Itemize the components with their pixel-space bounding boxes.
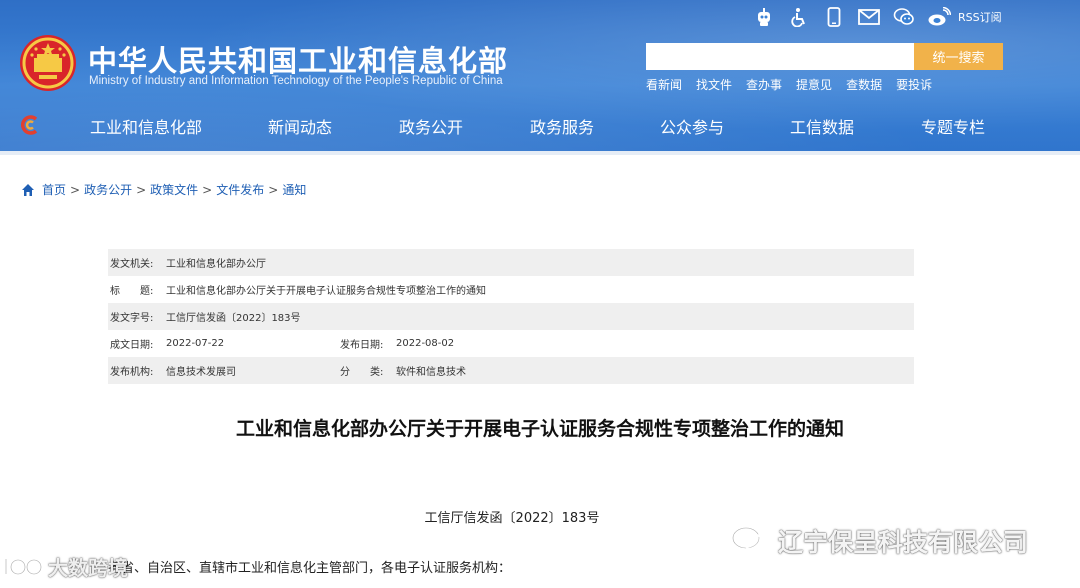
watermark-logo-icon [4, 558, 43, 575]
meta-label: 标 题: [110, 286, 154, 297]
watermark-left-text: 大数跨境 [48, 556, 128, 580]
quick-link-services[interactable]: 查办事 [746, 76, 782, 93]
breadcrumb-notice[interactable]: 通知 [282, 181, 306, 198]
home-icon[interactable] [21, 183, 35, 197]
meta-label: 发文字号: [110, 313, 154, 324]
breadcrumb-separator: > [202, 182, 213, 197]
meta-row-title: 标 题: 工业和信息化部办公厅关于开展电子认证服务合规性专项整治工作的通知 [108, 276, 914, 303]
search-input[interactable] [646, 43, 914, 70]
top-utility-icons: RSS订阅 [752, 6, 1002, 28]
wechat-watermark-icon [731, 526, 770, 554]
mobile-icon[interactable] [822, 6, 846, 28]
document-salutation: 各省、自治区、直辖市工业和信息化主管部门，各电子认证服务机构： [108, 561, 512, 576]
breadcrumb-home[interactable]: 首页 [42, 181, 66, 198]
nav-item-public-participation[interactable]: 公众参与 [660, 114, 724, 138]
national-emblem-logo [20, 35, 76, 91]
meta-issuer-value: 工业和信息化部办公厅 [166, 259, 266, 270]
robot-icon[interactable] [752, 6, 776, 28]
breadcrumb-separator: > [136, 182, 147, 197]
site-header: 中华人民共和国工业和信息化部 Ministry of Industry and … [0, 0, 1080, 155]
meta-row-issuer: 发文机关: 工业和信息化部办公厅 [108, 249, 914, 276]
accessibility-icon[interactable] [787, 6, 811, 28]
breadcrumb-separator: > [268, 182, 279, 197]
meta-category-value: 软件和信息技术 [396, 367, 466, 378]
meta-label: 发布日期: [340, 340, 384, 351]
site-title: 中华人民共和国工业和信息化部 [88, 44, 509, 78]
meta-label: 分 类: [340, 367, 384, 378]
meta-doc-number-value: 工信厅信发函〔2022〕183号 [166, 313, 301, 324]
nav-item-gov-affairs[interactable]: 政务公开 [399, 114, 463, 138]
nav-item-data[interactable]: 工信数据 [790, 114, 854, 138]
mail-icon[interactable] [857, 6, 881, 28]
weibo-icon[interactable] [927, 6, 951, 28]
watermark-right: 辽宁保呈科技有限公司 [730, 523, 1028, 559]
breadcrumb-gov-affairs[interactable]: 政务公开 [84, 181, 132, 198]
nav-item-special-topics[interactable]: 专题专栏 [921, 114, 985, 138]
watermark-left: 大数跨境 [2, 552, 128, 581]
meta-org-value: 信息技术发展司 [166, 367, 236, 378]
breadcrumb-policy-files[interactable]: 政策文件 [150, 181, 198, 198]
rss-subscribe-link[interactable]: RSS订阅 [958, 9, 1002, 25]
document-metadata-table: 发文机关: 工业和信息化部办公厅 标 题: 工业和信息化部办公厅关于开展电子认证… [108, 249, 914, 384]
quick-link-data[interactable]: 查数据 [846, 76, 882, 93]
site-subtitle: Ministry of Industry and Information Tec… [89, 75, 503, 87]
nav-logo-icon [20, 115, 38, 135]
meta-published-date-value: 2022-08-02 [396, 338, 455, 349]
breadcrumb-separator: > [70, 182, 81, 197]
meta-label: 发布机构: [110, 367, 154, 378]
quick-links: 看新闻 找文件 查办事 提意见 查数据 要投诉 [646, 76, 946, 93]
quick-link-news[interactable]: 看新闻 [646, 76, 682, 93]
unified-search-button[interactable]: 统一搜索 [914, 43, 1003, 70]
meta-label: 成文日期: [110, 340, 154, 351]
document-title: 工业和信息化部办公厅关于开展电子认证服务合规性专项整治工作的通知 [235, 418, 844, 440]
quick-link-feedback[interactable]: 提意见 [796, 76, 832, 93]
wechat-icon[interactable] [892, 6, 916, 28]
meta-created-date-value: 2022-07-22 [166, 338, 225, 349]
breadcrumb-file-release[interactable]: 文件发布 [216, 181, 264, 198]
nav-item-news[interactable]: 新闻动态 [268, 114, 332, 138]
meta-label: 发文机关: [110, 259, 154, 270]
meta-row-org-category: 发布机构: 信息技术发展司 分 类: 软件和信息技术 [108, 357, 914, 384]
quick-link-complaint[interactable]: 要投诉 [896, 76, 932, 93]
main-nav: 工业和信息化部 新闻动态 政务公开 政务服务 公众参与 工信数据 专题专栏 [90, 114, 1070, 138]
watermark-right-text: 辽宁保呈科技有限公司 [778, 528, 1029, 557]
meta-title-value: 工业和信息化部办公厅关于开展电子认证服务合规性专项整治工作的通知 [166, 286, 486, 297]
breadcrumb: 首页 > 政务公开 > 政策文件 > 文件发布 > 通知 [21, 181, 306, 198]
meta-row-dates: 成文日期: 2022-07-22 发布日期: 2022-08-02 [108, 330, 914, 357]
nav-item-gov-services[interactable]: 政务服务 [530, 114, 594, 138]
quick-link-files[interactable]: 找文件 [696, 76, 732, 93]
meta-row-doc-number: 发文字号: 工信厅信发函〔2022〕183号 [108, 303, 914, 330]
nav-item-ministry[interactable]: 工业和信息化部 [90, 114, 202, 138]
